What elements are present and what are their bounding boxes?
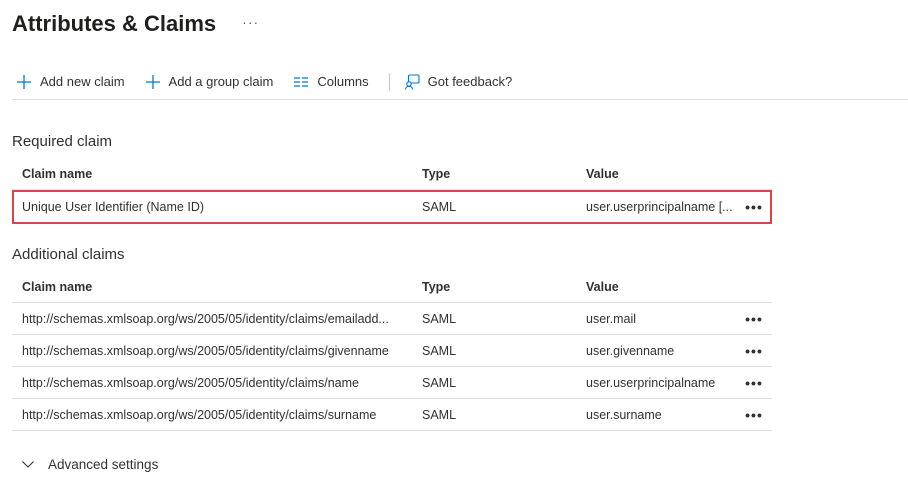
claim-value: user.mail: [586, 311, 637, 326]
feedback-button[interactable]: Got feedback?: [400, 66, 517, 98]
row-more-button[interactable]: •••: [745, 200, 763, 214]
plus-icon: [16, 74, 32, 90]
column-header-claim-name: Claim name: [22, 166, 93, 181]
command-bar: Add new claim Add a group claim Columns …: [12, 64, 908, 100]
more-options-button[interactable]: ···: [242, 14, 259, 30]
page-header: Attributes & Claims ···: [12, 8, 259, 40]
column-header-value: Value: [586, 166, 619, 181]
claim-value: user.userprincipalname: [586, 375, 716, 390]
columns-label: Columns: [317, 74, 369, 89]
advanced-settings-label: Advanced settings: [48, 456, 159, 472]
table-row[interactable]: Unique User Identifier (Name ID) SAML us…: [12, 190, 772, 223]
column-header-type: Type: [422, 279, 451, 294]
table-row[interactable]: http://schemas.xmlsoap.org/ws/2005/05/id…: [12, 399, 772, 431]
column-header-claim-name: Claim name: [22, 279, 93, 294]
plus-icon: [145, 74, 161, 90]
page-title: Attributes & Claims: [12, 11, 217, 36]
claim-type: SAML: [422, 199, 457, 214]
row-more-button[interactable]: •••: [745, 344, 763, 358]
claim-type: SAML: [422, 311, 457, 326]
required-claim-table: Claim name Type Value Unique User Identi…: [12, 158, 772, 223]
chevron-down-icon: [20, 456, 36, 472]
add-group-claim-label: Add a group claim: [168, 74, 274, 89]
row-more-button[interactable]: •••: [745, 376, 763, 390]
additional-claims-table: Claim name Type Value http://schemas.xml…: [12, 271, 772, 431]
additional-claims-heading: Additional claims: [12, 246, 125, 263]
claim-type: SAML: [422, 407, 457, 422]
claim-value: user.userprincipalname [...: [586, 199, 733, 214]
required-claim-heading: Required claim: [12, 133, 113, 150]
add-new-claim-button[interactable]: Add new claim: [12, 66, 129, 98]
column-header-value: Value: [586, 279, 619, 294]
feedback-icon: [404, 73, 420, 90]
feedback-label: Got feedback?: [427, 74, 513, 89]
table-row[interactable]: http://schemas.xmlsoap.org/ws/2005/05/id…: [12, 335, 772, 367]
advanced-settings-toggle[interactable]: Advanced settings: [20, 456, 158, 472]
claim-name: http://schemas.xmlsoap.org/ws/2005/05/id…: [22, 375, 359, 390]
table-row[interactable]: http://schemas.xmlsoap.org/ws/2005/05/id…: [12, 367, 772, 399]
claim-type: SAML: [422, 375, 457, 390]
columns-icon: [293, 74, 309, 90]
claim-value: user.surname: [586, 407, 662, 422]
row-more-button[interactable]: •••: [745, 408, 763, 422]
claim-name: http://schemas.xmlsoap.org/ws/2005/05/id…: [22, 407, 377, 422]
column-header-type: Type: [422, 166, 451, 181]
claim-value: user.givenname: [586, 343, 675, 358]
claim-name: Unique User Identifier (Name ID): [22, 199, 205, 214]
columns-button[interactable]: Columns: [289, 66, 372, 98]
table-header: Claim name Type Value: [12, 271, 772, 303]
claim-name: http://schemas.xmlsoap.org/ws/2005/05/id…: [22, 343, 389, 358]
add-new-claim-label: Add new claim: [40, 74, 125, 89]
claim-name: http://schemas.xmlsoap.org/ws/2005/05/id…: [22, 311, 389, 326]
table-header: Claim name Type Value: [12, 158, 772, 190]
table-row[interactable]: http://schemas.xmlsoap.org/ws/2005/05/id…: [12, 303, 772, 335]
toolbar-divider: [388, 72, 390, 91]
claim-type: SAML: [422, 343, 457, 358]
add-group-claim-button[interactable]: Add a group claim: [141, 66, 278, 98]
row-more-button[interactable]: •••: [745, 312, 763, 326]
